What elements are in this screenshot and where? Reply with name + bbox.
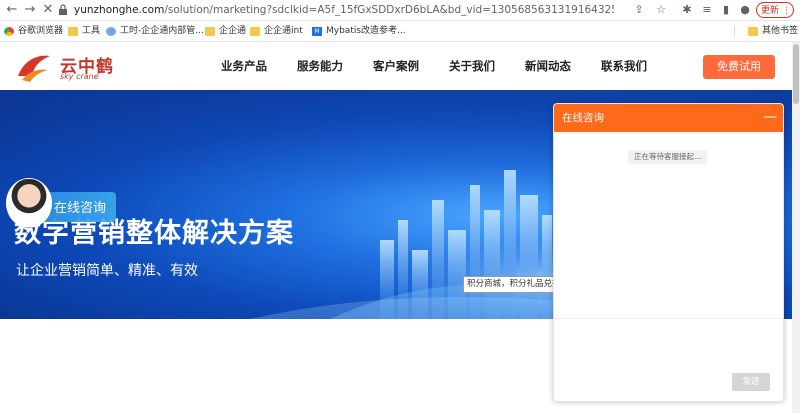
other-bookmarks[interactable]: 其他书签 (748, 24, 798, 38)
bookmark-separator (734, 26, 735, 37)
back-icon[interactable]: ← (4, 2, 20, 18)
browser-toolbar: ← → ✕ yunzhonghe.com/solution/marketing?… (0, 0, 800, 21)
online-consult-badge[interactable]: 在线咨询 (6, 178, 116, 228)
star-icon[interactable]: ☆ (654, 3, 668, 17)
site-logo[interactable]: 云中鹤 sky crane (14, 50, 114, 84)
extensions-icon[interactable]: ✱ (680, 3, 694, 17)
bookmark-item[interactable]: 企企通 (205, 24, 246, 38)
side-panel-icon[interactable]: ▮ (719, 3, 733, 17)
folder-icon (68, 26, 78, 36)
bookmark-label: 工时-企企通内部管... (120, 26, 204, 36)
folder-icon (748, 26, 758, 36)
folder-icon (250, 26, 260, 36)
profile-icon[interactable]: ● (738, 3, 752, 17)
mybatis-icon: M (312, 26, 322, 36)
stop-icon[interactable]: ✕ (40, 2, 56, 18)
chat-message-input[interactable] (554, 319, 783, 369)
address-bar[interactable]: yunzhonghe.com/solution/marketing?sdclki… (74, 0, 614, 20)
nav-products[interactable]: 业务产品 (221, 42, 267, 90)
nav-services[interactable]: 服务能力 (297, 42, 343, 90)
chat-header: 在线咨询 — (554, 104, 783, 132)
hero-subtitle: 让企业营销简单、精准、有效 (16, 263, 198, 279)
nav-contact[interactable]: 联系我们 (601, 42, 647, 90)
forward-icon[interactable]: → (22, 2, 38, 18)
nav-cases[interactable]: 客户案例 (373, 42, 419, 90)
page-scrollbar[interactable] (792, 42, 800, 413)
share-icon[interactable]: ⇪ (632, 3, 646, 17)
crane-logo-icon (18, 55, 50, 82)
url-path: /solution/marketing?sdclkid=A5f_15fGxSDD… (164, 4, 614, 16)
bookmark-item[interactable]: 工时-企企通内部管... (106, 24, 204, 38)
send-button[interactable]: 发送 (732, 373, 770, 391)
consult-badge-label: 在线咨询 (54, 201, 107, 216)
bookmark-item[interactable]: 工具 (68, 24, 100, 38)
bookmark-item[interactable]: 企企通int (250, 24, 303, 38)
minimize-icon[interactable]: — (763, 108, 777, 126)
chat-status-message: 正在等待客服接起... (628, 150, 708, 164)
reading-list-icon[interactable]: ≡ (700, 3, 714, 17)
free-trial-button[interactable]: 免费试用 (703, 55, 775, 79)
bookmark-label: Mybatis改造参考... (326, 26, 406, 36)
agent-avatar (6, 178, 52, 228)
folder-icon (205, 26, 215, 36)
lock-icon[interactable] (58, 4, 68, 16)
bookmark-label: 企企通int (264, 26, 303, 36)
site-header: 云中鹤 sky crane 业务产品 服务能力 客户案例 关于我们 新闻动态 联… (0, 42, 800, 90)
update-label: 更新 (761, 6, 780, 16)
nav-news[interactable]: 新闻动态 (525, 42, 571, 90)
url-host: yunzhonghe.com (74, 4, 165, 16)
update-button[interactable]: 更新 ⋮ (756, 2, 794, 18)
logo-subtitle: sky crane (60, 72, 99, 81)
scroll-thumb[interactable] (793, 44, 799, 104)
bookmark-label: 工具 (82, 26, 101, 36)
bookmark-label: 谷歌浏览器 (18, 26, 64, 36)
google-icon (4, 26, 14, 36)
bookmark-label: 企企通 (219, 26, 247, 36)
other-bookmarks-label: 其他书签 (762, 26, 799, 36)
chat-title: 在线咨询 (562, 112, 604, 124)
bookmark-item[interactable]: M Mybatis改造参考... (312, 24, 406, 38)
chat-window: 在线咨询 — 正在等待客服接起... 发送 (553, 103, 784, 402)
nav-about[interactable]: 关于我们 (449, 42, 495, 90)
bookmarks-bar: 谷歌浏览器 工具 工时-企企通内部管... 企企通 企企通int M Mybati… (0, 21, 800, 42)
bookmark-item[interactable]: 谷歌浏览器 (4, 24, 63, 38)
app-icon (106, 26, 116, 36)
